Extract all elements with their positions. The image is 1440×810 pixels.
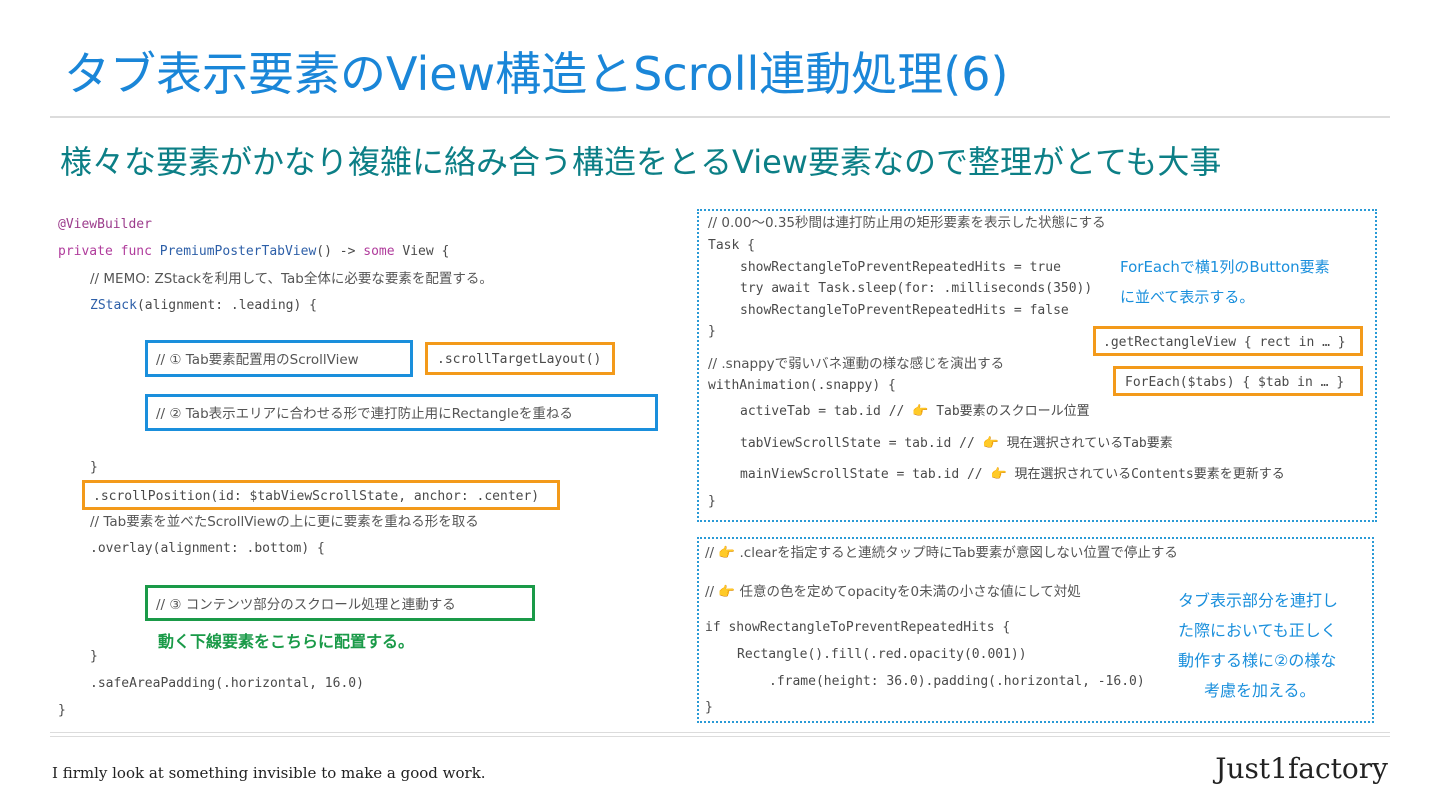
scrollview-callout: // ① Tab要素配置用のScrollView [145,340,413,377]
code-line: mainViewScrollState = tab.id // 👉 現在選択され… [740,467,1285,482]
foreach-tabs-callout: ForEach($tabs) { $tab in … } [1113,366,1363,396]
code-line: showRectangleToPreventRepeatedHits = tru… [740,260,1061,275]
repeat-tap-note-line2: た際においても正しく [1178,621,1337,640]
code-line: .overlay(alignment: .bottom) { [90,541,325,556]
code-line: ZStack(alignment: .leading) { [90,298,317,313]
code-line: } [58,703,66,718]
title-divider [50,116,1390,118]
code-line: private func PremiumPosterTabView() -> s… [58,244,450,259]
foreach-note-line2: に並べて表示する。 [1120,288,1255,306]
underline-note: 動く下線要素をこちらに配置する。 [158,632,415,651]
code-line: } [708,494,716,509]
footer-tagline: I firmly look at something invisible to … [52,764,486,782]
code-comment: // 👉 任意の色を定めてopacityを0未満の小さな値にして対処 [705,584,1081,600]
code-comment: // 0.00〜0.35秒間は連打防止用の矩形要素を表示した状態にする [708,215,1106,231]
repeat-tap-note-line4: 考慮を加える。 [1204,681,1316,700]
page-title: タブ表示要素のView構造とScroll連動処理(6) [64,47,1009,101]
code-line: try await Task.sleep(for: .milliseconds(… [740,281,1093,296]
content-scroll-callout: // ③ コンテンツ部分のスクロール処理と連動する [145,585,535,621]
repeat-tap-note-line1: タブ表示部分を連打し [1178,591,1339,610]
footer-divider [50,732,1390,733]
code-line: withAnimation(.snappy) { [708,378,896,393]
foreach-note-line1: ForEachで横1列のButton要素 [1120,258,1330,276]
code-line: .safeAreaPadding(.horizontal, 16.0) [90,676,364,691]
code-comment: // Tab要素を並べたScrollViewの上に更に要素を重ねる形を取る [90,514,479,530]
code-line: .frame(height: 36.0).padding(.horizontal… [769,674,1145,689]
code-line: Task { [708,238,755,253]
footer-brand-logo: Just1factory [1215,752,1388,785]
code-line: } [708,324,716,339]
code-line: } [705,700,713,715]
rectangle-callout: // ② Tab表示エリアに合わせる形で連打防止用にRectangleを重ねる [145,394,658,431]
page-subtitle: 様々な要素がかなり複雑に絡み合う構造をとるView要素なので整理がとても大事 [60,143,1222,181]
code-line: Rectangle().fill(.red.opacity(0.001)) [737,647,1027,662]
code-line: if showRectangleToPreventRepeatedHits { [705,620,1011,635]
code-line: } [90,649,98,664]
code-line: tabViewScrollState = tab.id // 👉 現在選択されて… [740,436,1173,451]
code-line: @ViewBuilder [58,217,152,232]
scroll-position-callout: .scrollPosition(id: $tabViewScrollState,… [82,480,560,510]
code-line: showRectangleToPreventRepeatedHits = fal… [740,303,1069,318]
get-rectangle-view-callout: .getRectangleView { rect in … } [1093,326,1363,356]
code-line: } [90,460,98,475]
footer-divider-secondary [50,736,1390,737]
code-comment: // MEMO: ZStackを利用して、Tab全体に必要な要素を配置する。 [90,271,493,287]
code-comment: // .snappyで弱いバネ運動の様な感じを演出する [708,356,1005,372]
code-comment: // 👉 .clearを指定すると連続タップ時にTab要素が意図しない位置で停止… [705,545,1178,561]
code-line: activeTab = tab.id // 👉 Tab要素のスクロール位置 [740,404,1090,419]
repeat-tap-note-line3: 動作する様に②の様な [1178,651,1337,670]
scroll-target-layout-callout: .scrollTargetLayout() [425,342,615,375]
